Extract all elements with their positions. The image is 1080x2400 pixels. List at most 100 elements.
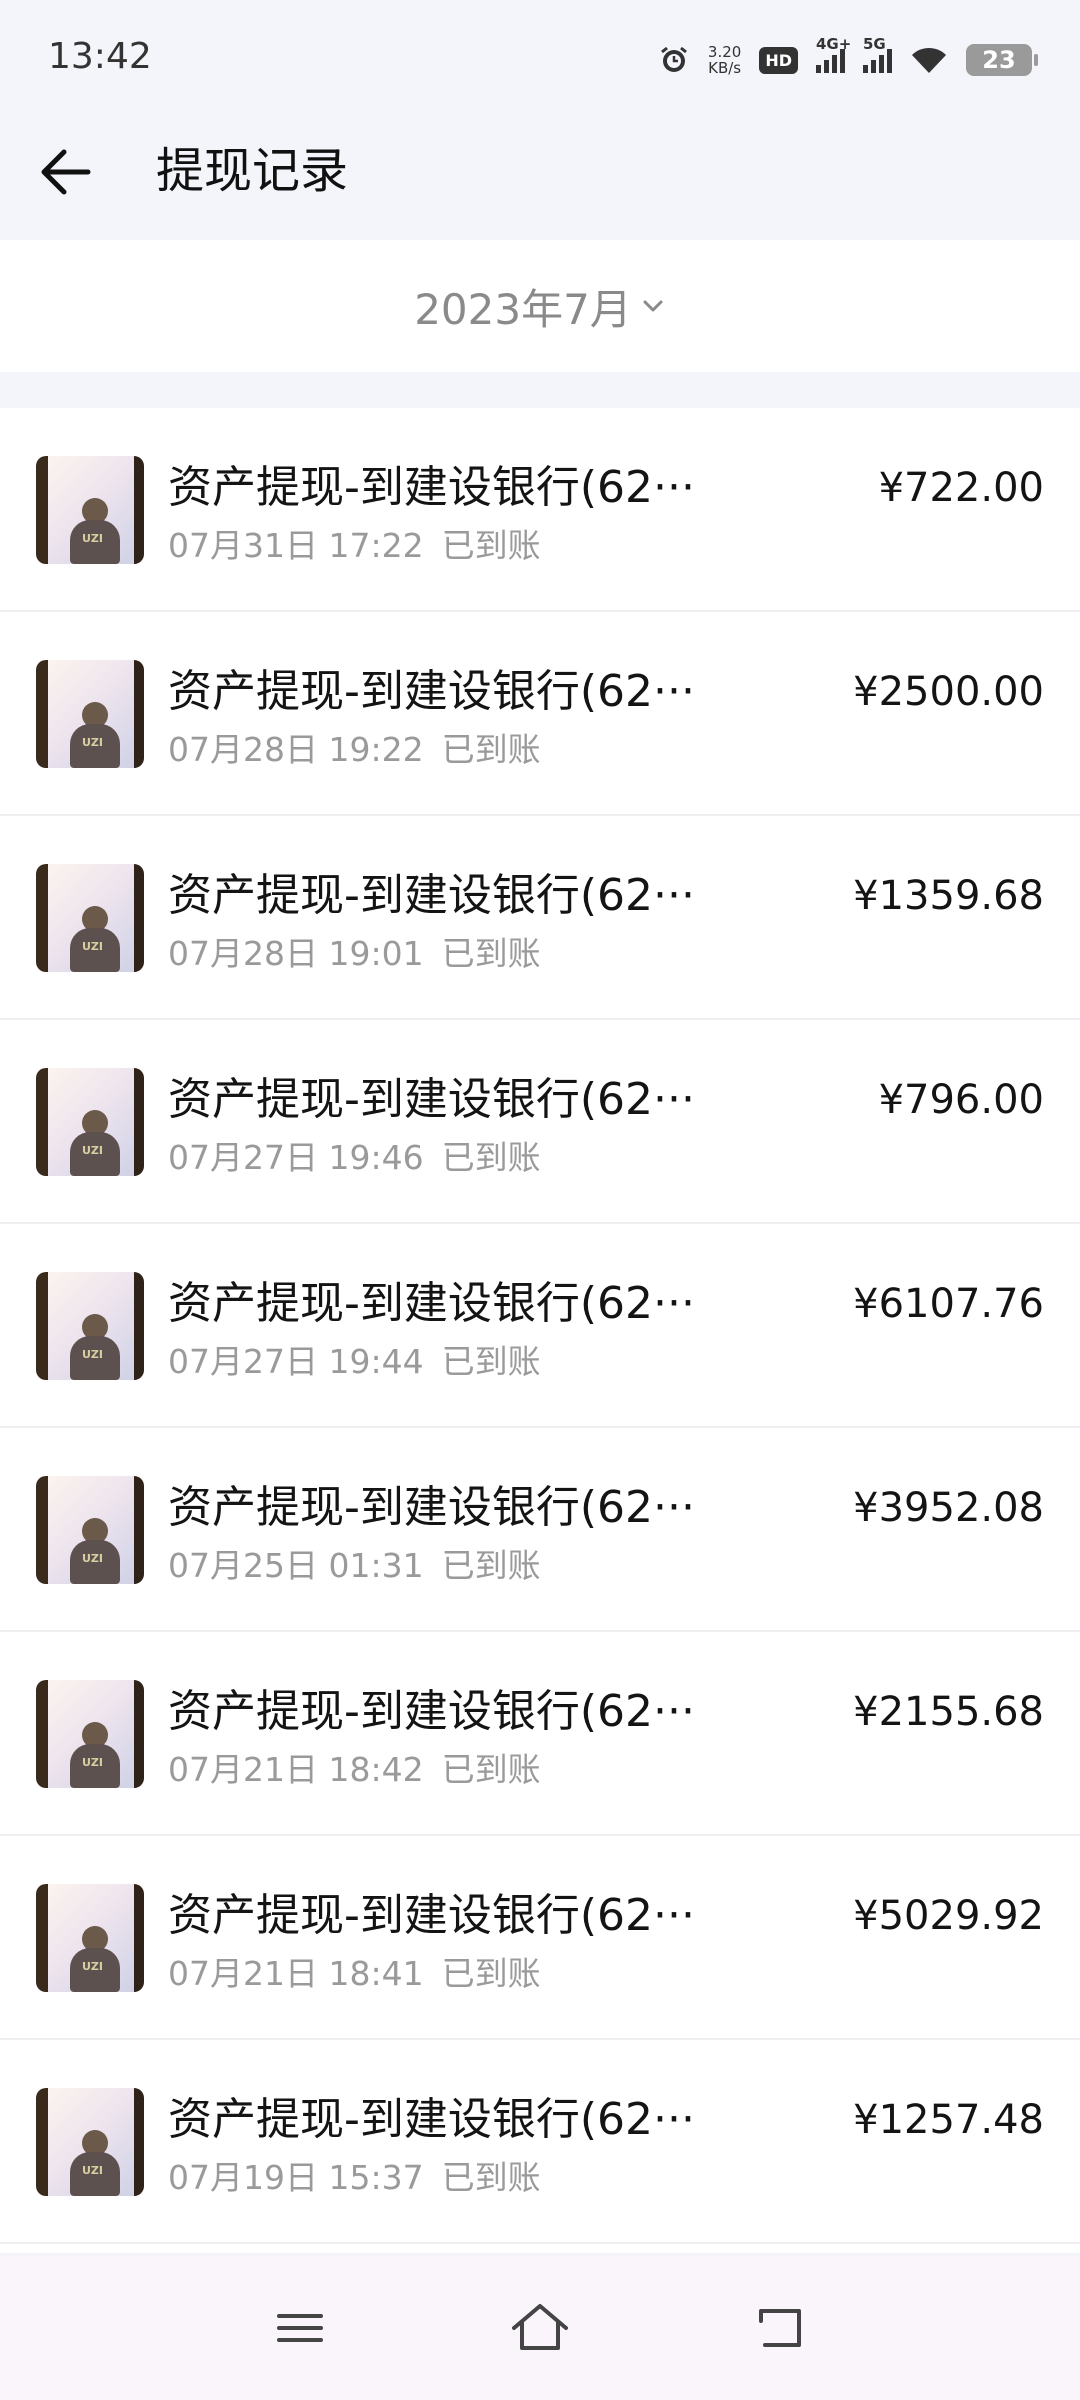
item-subtitle: 07月19日 15:37 已到账 [168,2158,541,2198]
avatar-text: UZI [82,1756,104,1769]
avatar-text: UZI [82,1144,104,1157]
network-speed-unit: KB/s [708,59,742,77]
item-date: 07月21日 18:42 [168,1750,424,1789]
avatar-text: UZI [82,736,104,749]
chevron-down-icon [640,296,666,316]
list-item[interactable]: UZI 资产提现-到建设银行(62··· 07月27日 19:46 已到账 ¥79… [0,1020,1080,1224]
avatar: UZI [36,1476,144,1584]
battery-icon: 23 [966,44,1038,76]
list-item[interactable]: UZI 资产提现-到建设银行(62··· 07月21日 18:41 已到账 ¥50… [0,1836,1080,2040]
item-status: 已到账 [441,1342,541,1381]
avatar-text: UZI [82,1348,104,1361]
item-date: 07月27日 19:46 [168,1138,424,1177]
item-subtitle: 07月28日 19:22 已到账 [168,730,541,770]
status-icons: 3.20 KB/s HD 4G+ 5G 23 [658,35,1038,80]
avatar: UZI [36,1884,144,1992]
avatar-text: UZI [82,1960,104,1973]
item-amount: ¥722.00 [878,465,1044,511]
item-date: 07月21日 18:41 [168,1954,424,1993]
item-status: 已到账 [441,1138,541,1177]
nav-menu-button[interactable] [260,2292,340,2364]
hd-voice-icon: HD [759,46,798,74]
item-status: 已到账 [441,1546,541,1585]
item-status: 已到账 [441,934,541,973]
network-speed-value: 3.20 [707,43,742,61]
nav-back-button[interactable] [740,2292,820,2364]
item-date: 07月28日 19:22 [168,730,424,769]
item-status: 已到账 [441,2158,541,2197]
avatar-text: UZI [82,940,104,953]
item-title: 资产提现-到建设银行(62··· [168,2094,695,2145]
avatar: UZI [36,2088,144,2196]
item-title: 资产提现-到建设银行(62··· [168,870,695,921]
wifi-icon [910,45,948,75]
item-subtitle: 07月21日 18:42 已到账 [168,1750,541,1790]
header: 提现记录 [0,120,1080,238]
item-subtitle: 07月27日 19:44 已到账 [168,1342,541,1382]
item-status: 已到账 [441,1954,541,1993]
navigation-bar [0,2256,1080,2400]
item-subtitle: 07月21日 18:41 已到账 [168,1954,541,1994]
avatar: UZI [36,660,144,768]
status-bar: 13:42 3.20 KB/s HD 4G+ 5G 23 [0,0,1080,120]
item-title: 资产提现-到建设银行(62··· [168,1278,695,1329]
avatar-text: UZI [82,2164,104,2177]
list-item[interactable]: UZI 资产提现-到建设银行(62··· 07月27日 19:44 已到账 ¥61… [0,1224,1080,1428]
item-title: 资产提现-到建设银行(62··· [168,666,695,717]
item-subtitle: 07月28日 19:01 已到账 [168,934,541,974]
avatar: UZI [36,456,144,564]
item-date: 07月25日 01:31 [168,1546,424,1585]
menu-icon [277,2314,323,2342]
list-item[interactable]: UZI 资产提现-到建设银行(62··· 07月28日 19:01 已到账 ¥13… [0,816,1080,1020]
item-title: 资产提现-到建设银行(62··· [168,1686,695,1737]
sim2-network-label: 5G [863,35,886,53]
back-button[interactable] [30,136,102,208]
avatar: UZI [36,864,144,972]
alarm-icon [658,44,690,76]
item-date: 07月31日 17:22 [168,526,424,565]
item-date: 07月19日 15:37 [168,2158,424,2197]
item-title: 资产提现-到建设银行(62··· [168,1482,695,1533]
month-label: 2023年7月 [414,284,632,334]
withdrawal-list: UZI 资产提现-到建设银行(62··· 07月31日 17:22 已到账 ¥72… [0,408,1080,2253]
nav-home-button[interactable] [500,2292,580,2364]
avatar: UZI [36,1068,144,1176]
item-amount: ¥3952.08 [853,1485,1044,1531]
item-amount: ¥796.00 [878,1077,1044,1123]
avatar-text: UZI [82,532,104,545]
avatar: UZI [36,1272,144,1380]
item-subtitle: 07月31日 17:22 已到账 [168,526,541,566]
signal-sim2-icon: 5G [863,35,892,73]
item-title: 资产提现-到建设银行(62··· [168,1074,695,1125]
item-amount: ¥6107.76 [853,1281,1044,1327]
back-icon [759,2309,801,2347]
home-icon [512,2304,568,2350]
month-selector[interactable]: 2023年7月 [0,240,1080,372]
item-amount: ¥2500.00 [853,669,1044,715]
signal-sim1-icon: 4G+ [816,35,851,73]
arrow-left-icon [41,149,91,195]
avatar-text: UZI [82,1552,104,1565]
item-amount: ¥2155.68 [853,1689,1044,1735]
item-amount: ¥5029.92 [853,1893,1044,1939]
list-item[interactable]: UZI 资产提现-到建设银行(62··· 07月21日 18:42 已到账 ¥21… [0,1632,1080,1836]
item-title: 资产提现-到建设银行(62··· [168,462,695,513]
status-time: 13:42 [48,36,152,77]
avatar: UZI [36,1680,144,1788]
item-subtitle: 07月25日 01:31 已到账 [168,1546,541,1586]
item-amount: ¥1257.48 [853,2097,1044,2143]
list-item[interactable]: UZI 资产提现-到建设银行(62··· 07月31日 17:22 已到账 ¥72… [0,408,1080,612]
network-speed: 3.20 KB/s [708,44,741,76]
list-item[interactable]: UZI 资产提现-到建设银行(62··· 07月28日 19:22 已到账 ¥25… [0,612,1080,816]
page-title: 提现记录 [156,143,349,199]
sim1-network-label: 4G+ [816,35,852,53]
item-status: 已到账 [441,730,541,769]
item-title: 资产提现-到建设银行(62··· [168,1890,695,1941]
item-subtitle: 07月27日 19:46 已到账 [168,1138,541,1178]
list-item[interactable]: UZI 资产提现-到建设银行(62··· 07月19日 15:37 已到账 ¥12… [0,2040,1080,2244]
item-date: 07月28日 19:01 [168,934,424,973]
item-status: 已到账 [441,526,541,565]
item-status: 已到账 [441,1750,541,1789]
list-item[interactable]: UZI 资产提现-到建设银行(62··· 07月25日 01:31 已到账 ¥39… [0,1428,1080,1632]
item-amount: ¥1359.68 [853,873,1044,919]
